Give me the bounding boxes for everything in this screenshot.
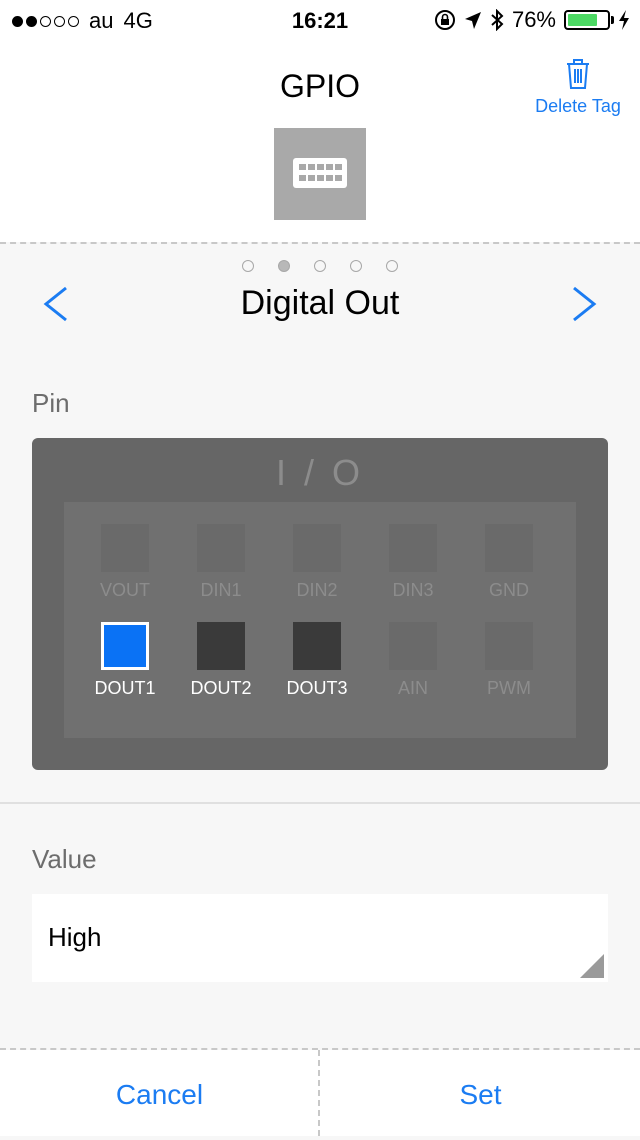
pin-label: GND bbox=[489, 580, 529, 600]
battery-percent: 76% bbox=[511, 7, 556, 32]
pin-square bbox=[293, 622, 341, 670]
pin-label: PWM bbox=[487, 678, 531, 698]
pin-panel-title: I / O bbox=[275, 452, 364, 493]
pin-label: AIN bbox=[397, 678, 428, 698]
status-bar: au 4G 16:21 76% bbox=[0, 0, 640, 40]
keyboard-icon bbox=[293, 158, 347, 188]
pin-square bbox=[389, 622, 437, 670]
pin-section-label: Pin bbox=[32, 388, 70, 418]
page-dot[interactable] bbox=[350, 260, 362, 272]
pin-label: VOUT bbox=[99, 580, 150, 600]
set-button[interactable]: Set bbox=[321, 1050, 640, 1136]
charging-bolt-icon bbox=[619, 10, 629, 30]
pin-din3: DIN3 bbox=[365, 524, 461, 601]
delete-tag-button[interactable]: Delete Tag bbox=[530, 56, 626, 117]
pin-square bbox=[485, 524, 533, 572]
pin-vout: VOUT bbox=[77, 524, 173, 601]
pin-square bbox=[197, 524, 245, 572]
page-dot[interactable] bbox=[278, 260, 290, 272]
pin-square bbox=[293, 524, 341, 572]
battery-level bbox=[568, 14, 597, 26]
pin-label: DOUT3 bbox=[286, 678, 348, 698]
divider bbox=[0, 802, 640, 804]
value-selected: High bbox=[48, 922, 102, 952]
value-section-label: Value bbox=[32, 844, 97, 874]
footer: Cancel Set bbox=[0, 1050, 640, 1136]
pin-panel: I / O VOUT DIN1 DIN2 DIN3 GND DOUT1 DOUT2 DOUT3… bbox=[32, 438, 608, 770]
pin-label: DIN2 bbox=[296, 580, 338, 600]
delete-tag-label: Delete Tag bbox=[535, 96, 621, 116]
pin-din1: DIN1 bbox=[173, 524, 269, 601]
page-dot[interactable] bbox=[242, 260, 254, 272]
page-dot[interactable] bbox=[386, 260, 398, 272]
page-indicator bbox=[0, 260, 640, 272]
rotation-lock-icon bbox=[434, 10, 455, 30]
pin-dout2[interactable]: DOUT2 bbox=[173, 622, 269, 699]
pin-gnd: GND bbox=[461, 524, 557, 601]
pin-label: DIN3 bbox=[392, 580, 434, 600]
page-dot[interactable] bbox=[314, 260, 326, 272]
location-arrow-icon bbox=[464, 12, 481, 29]
pin-din2: DIN2 bbox=[269, 524, 365, 601]
pin-square bbox=[101, 524, 149, 572]
pin-square bbox=[197, 622, 245, 670]
trash-icon bbox=[567, 59, 589, 89]
status-right: 76% bbox=[434, 7, 630, 33]
value-select[interactable]: High bbox=[32, 894, 608, 982]
bluetooth-icon bbox=[491, 9, 504, 31]
cancel-button[interactable]: Cancel bbox=[0, 1050, 319, 1136]
pin-ain: AIN bbox=[365, 622, 461, 699]
pin-grid: VOUT DIN1 DIN2 DIN3 GND DOUT1 DOUT2 DOUT3 AIN PWM bbox=[64, 502, 576, 738]
pin-pwm: PWM bbox=[461, 622, 557, 699]
dropdown-corner-icon bbox=[580, 954, 604, 978]
tag-image bbox=[274, 128, 366, 220]
pin-label: DIN1 bbox=[200, 580, 242, 600]
pin-square bbox=[101, 622, 149, 670]
pin-label: DOUT2 bbox=[190, 678, 252, 698]
pin-square bbox=[389, 524, 437, 572]
pin-dout1[interactable]: DOUT1 bbox=[77, 622, 173, 699]
pin-square bbox=[485, 622, 533, 670]
divider bbox=[0, 242, 640, 244]
mode-title: Digital Out bbox=[240, 284, 400, 322]
pin-dout3[interactable]: DOUT3 bbox=[269, 622, 365, 699]
footer-divider bbox=[318, 1050, 320, 1136]
chevron-right-icon[interactable] bbox=[564, 284, 604, 324]
pin-label: DOUT1 bbox=[94, 678, 156, 698]
battery-icon bbox=[564, 10, 614, 30]
